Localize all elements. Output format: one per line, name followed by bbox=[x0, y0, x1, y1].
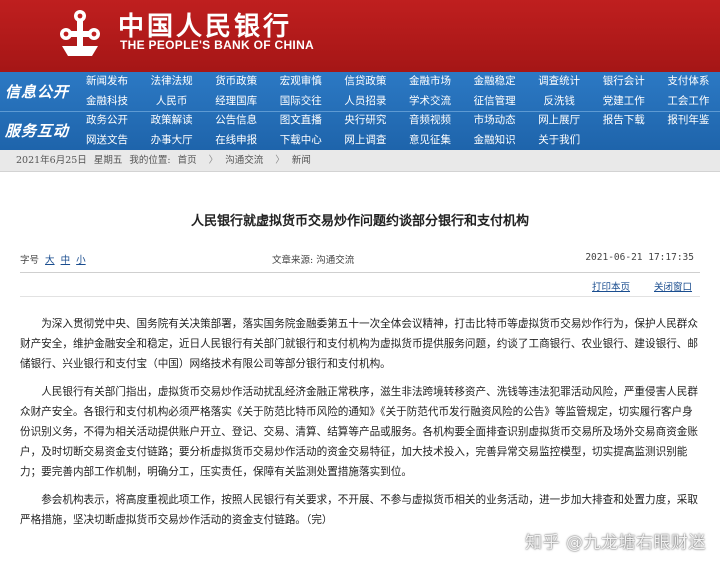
article-actions: 打印本页 关闭窗口 bbox=[20, 279, 700, 293]
nav-item[interactable]: 征信管理 bbox=[462, 92, 528, 111]
nav-item[interactable]: 政策解读 bbox=[139, 111, 205, 130]
nav-item[interactable]: 工会工作 bbox=[655, 92, 720, 111]
nav-item[interactable]: 金融科技 bbox=[74, 92, 140, 111]
breadcrumb-news[interactable]: 新闻 bbox=[292, 155, 311, 166]
zhihu-watermark: 知乎 @九龙塘右眼财迷 bbox=[525, 533, 706, 553]
bank-name-en[interactable]: THE PEOPLE'S BANK OF CHINA bbox=[120, 38, 314, 52]
nav-item[interactable]: 下载中心 bbox=[268, 131, 334, 150]
nav-item[interactable]: 报刊年鉴 bbox=[655, 111, 720, 130]
breadcrumb-home[interactable]: 首页 bbox=[178, 155, 197, 166]
font-size-label: 字号 bbox=[20, 255, 40, 266]
nav-item[interactable]: 调查统计 bbox=[526, 72, 592, 91]
nav-item[interactable]: 银行会计 bbox=[591, 72, 657, 91]
breadcrumb-communication[interactable]: 沟通交流 bbox=[225, 155, 263, 166]
nav-item[interactable]: 学术交流 bbox=[397, 92, 463, 111]
nav-section-service: 服务互动 bbox=[0, 111, 74, 150]
actions-divider bbox=[20, 296, 700, 297]
nav-item[interactable]: 法律法规 bbox=[139, 72, 205, 91]
article-paragraph-1: 为深入贯彻党中央、国务院有关决策部署，落实国务院金融委第五十一次全体会议精神，打… bbox=[20, 318, 698, 370]
nav-item[interactable]: 市场动态 bbox=[462, 111, 528, 130]
font-size-medium-link[interactable]: 中 bbox=[61, 255, 71, 266]
meta-divider bbox=[20, 272, 700, 273]
nav-item[interactable]: 在线申报 bbox=[203, 131, 269, 150]
breadcrumb-date: 2021年6月25日 bbox=[16, 155, 87, 166]
nav-item[interactable]: 货币政策 bbox=[203, 72, 269, 91]
breadcrumb-weekday: 星期五 bbox=[93, 155, 123, 166]
pboc-emblem-icon bbox=[60, 10, 100, 56]
nav-item[interactable]: 国际交往 bbox=[268, 92, 334, 111]
nav-item[interactable]: 经理国库 bbox=[203, 92, 269, 111]
nav-item[interactable]: 政务公开 bbox=[74, 111, 140, 130]
font-size-switcher: 字号 大 中 小 bbox=[20, 252, 86, 266]
nav-item[interactable]: 办事大厅 bbox=[139, 131, 205, 150]
nav-item[interactable]: 网送文告 bbox=[74, 131, 140, 150]
nav-item[interactable]: 反洗钱 bbox=[526, 92, 592, 111]
nav-item[interactable]: 党建工作 bbox=[591, 92, 657, 111]
nav-item[interactable]: 央行研究 bbox=[332, 111, 398, 130]
nav-item[interactable]: 人民币 bbox=[139, 92, 205, 111]
nav-item[interactable]: 金融稳定 bbox=[462, 72, 528, 91]
nav-item[interactable]: 报告下载 bbox=[591, 111, 657, 130]
nav-section-info: 信息公开 bbox=[0, 72, 74, 111]
article-title: 人民银行就虚拟货币交易炒作问题约谈部分银行和支付机构 bbox=[190, 214, 529, 229]
nav-item[interactable]: 网上展厅 bbox=[526, 111, 592, 130]
nav-item[interactable]: 信贷政策 bbox=[332, 72, 398, 91]
breadcrumb: 2021年6月25日 星期五 我的位置: 首页 〉 沟通交流 〉 新闻 bbox=[0, 150, 720, 172]
breadcrumb-separator: 〉 bbox=[275, 155, 285, 166]
font-size-small-link[interactable]: 小 bbox=[76, 255, 86, 266]
nav-item[interactable]: 支付体系 bbox=[655, 72, 720, 91]
font-size-large-link[interactable]: 大 bbox=[45, 255, 55, 266]
breadcrumb-label: 我的位置: bbox=[129, 155, 171, 166]
nav-item[interactable]: 人员招录 bbox=[332, 92, 398, 111]
nav-section-info-label: 信息公开 bbox=[4, 83, 69, 101]
article-meta: 字号 大 中 小 文章来源: 沟通交流 2021-06-21 17:17:35 bbox=[20, 252, 700, 268]
article-paragraph-2: 人民银行有关部门指出，虚拟货币交易炒作活动扰乱经济金融正常秩序，滋生非法跨境转移… bbox=[20, 386, 698, 478]
nav-links-grid: 新闻发布 法律法规 货币政策 宏观审慎 信贷政策 金融市场 金融稳定 调查统计 银行会计 支付体系… bbox=[74, 72, 720, 150]
breadcrumb-separator: 〉 bbox=[208, 155, 219, 166]
article-source: 文章来源: 沟通交流 bbox=[272, 255, 355, 266]
nav-item[interactable]: 宏观审慎 bbox=[268, 72, 334, 91]
nav-item[interactable]: 网上调查 bbox=[332, 131, 398, 150]
nav-item[interactable]: 金融市场 bbox=[397, 72, 463, 91]
nav-item[interactable]: 关于我们 bbox=[526, 131, 592, 150]
main-navigation: 信息公开 服务互动 新闻发布 法律法规 货币政策 宏观审慎 信贷政策 金融市场 金融稳定 调查… bbox=[0, 72, 720, 150]
nav-item[interactable]: 新闻发布 bbox=[74, 72, 140, 91]
nav-section-service-label: 服务互动 bbox=[4, 122, 69, 140]
nav-item[interactable]: 音频视频 bbox=[397, 111, 463, 130]
print-page-link[interactable]: 打印本页 bbox=[592, 279, 630, 293]
nav-item[interactable]: 公告信息 bbox=[203, 111, 269, 130]
nav-item[interactable]: 图文直播 bbox=[268, 111, 334, 130]
article-paragraph-3: 参会机构表示，将高度重视此项工作，按照人民银行有关要求，不开展、不参与虚拟货币相… bbox=[20, 494, 698, 526]
article-datetime: 2021-06-21 17:17:35 bbox=[585, 252, 694, 263]
site-header: 中国人民银行 THE PEOPLE'S BANK OF CHINA bbox=[0, 0, 720, 72]
nav-item[interactable]: 金融知识 bbox=[462, 131, 528, 150]
nav-item[interactable]: 意见征集 bbox=[397, 131, 463, 150]
article-content: 人民银行就虚拟货币交易炒作问题约谈部分银行和支付机构 字号 大 中 小 文章来源… bbox=[0, 172, 720, 572]
close-window-link[interactable]: 关闭窗口 bbox=[654, 279, 692, 293]
